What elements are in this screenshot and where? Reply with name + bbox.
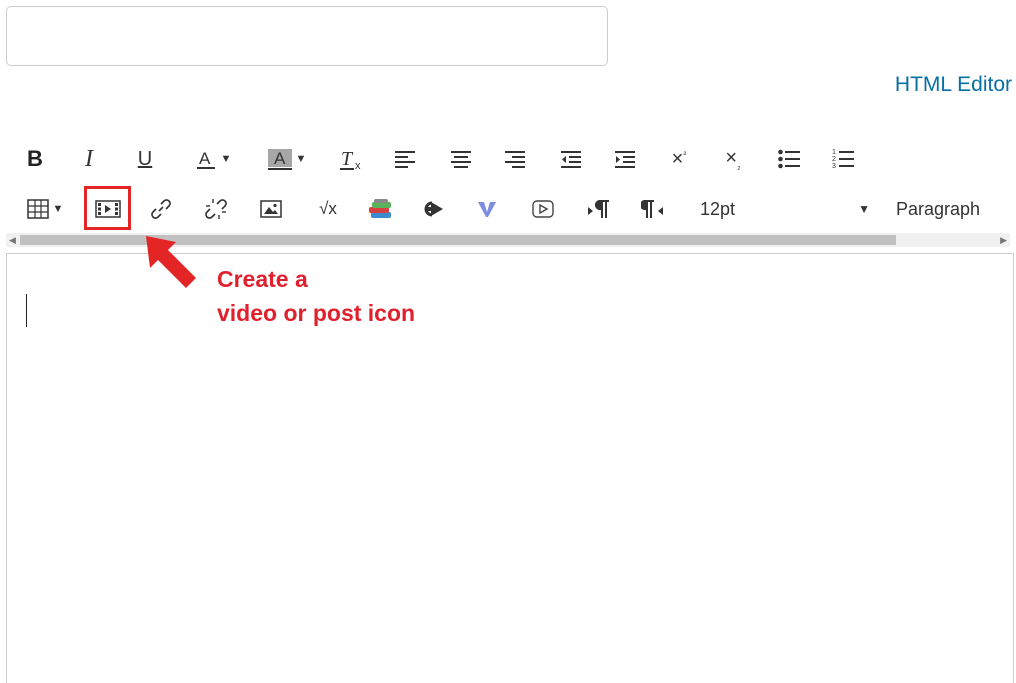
italic-icon: I xyxy=(85,145,93,172)
unlink-button[interactable] xyxy=(200,192,232,226)
clear-formatting-icon: T x xyxy=(340,148,361,172)
font-size-value: 12pt xyxy=(700,198,736,219)
superscript-button[interactable]: ×² xyxy=(664,142,694,176)
align-center-icon xyxy=(451,151,471,168)
svg-text:x: x xyxy=(355,160,361,172)
scroll-left-icon[interactable]: ◀ xyxy=(9,233,16,247)
background-color-button[interactable]: A ▼ xyxy=(256,142,318,176)
align-left-button[interactable] xyxy=(390,142,420,176)
title-input[interactable] xyxy=(6,6,608,66)
outdent-icon xyxy=(561,151,581,168)
align-center-button[interactable] xyxy=(446,142,476,176)
ltr-direction-button[interactable] xyxy=(584,192,614,226)
background-color-icon: A xyxy=(267,149,292,170)
chevron-down-icon: ▼ xyxy=(295,153,307,165)
outdent-button[interactable] xyxy=(556,142,586,176)
unlink-icon xyxy=(205,199,227,219)
math-equation-button[interactable]: √x xyxy=(310,192,346,226)
embed-image-button[interactable] xyxy=(256,192,286,226)
superscript-icon: ×² xyxy=(671,147,687,170)
subscript-button[interactable]: ×₂ xyxy=(718,142,748,176)
highlight-box xyxy=(84,186,131,230)
svg-text:T: T xyxy=(341,148,354,170)
table-button[interactable]: ▼ xyxy=(20,192,70,226)
bold-button[interactable]: B xyxy=(24,142,46,176)
chevron-down-icon: ▼ xyxy=(858,202,870,216)
pilcrow-rtl-icon xyxy=(641,200,663,218)
italic-button[interactable]: I xyxy=(78,142,100,176)
link-button[interactable] xyxy=(146,192,176,226)
v-logo-icon xyxy=(478,202,496,217)
image-icon xyxy=(260,200,282,218)
chevron-down-icon: ▼ xyxy=(52,203,64,215)
underline-button[interactable]: U xyxy=(134,142,156,176)
books-tool-button[interactable] xyxy=(366,192,396,226)
svg-text:A: A xyxy=(274,149,286,168)
youtube-tool-button[interactable] xyxy=(528,192,558,226)
clear-formatting-button[interactable]: T x xyxy=(336,142,368,176)
subscript-icon: ×₂ xyxy=(725,147,741,171)
numbered-list-button[interactable]: 1 2 3 xyxy=(828,142,858,176)
table-icon xyxy=(26,199,49,219)
bullet-list-button[interactable] xyxy=(774,142,804,176)
scroll-right-icon[interactable]: ▶ xyxy=(1000,233,1007,247)
redirect-arrow-icon xyxy=(424,201,443,217)
text-cursor xyxy=(26,294,27,327)
books-icon xyxy=(369,199,391,218)
html-editor-link[interactable]: HTML Editor xyxy=(895,73,1012,97)
font-size-select[interactable]: 12pt ▼ xyxy=(700,192,870,226)
indent-button[interactable] xyxy=(610,142,640,176)
annotation-line-1: Create a xyxy=(217,266,308,292)
rtl-direction-button[interactable] xyxy=(638,192,668,226)
bold-icon: B xyxy=(27,146,43,171)
vimeo-tool-button[interactable] xyxy=(472,192,502,226)
numbered-list-icon: 1 2 3 xyxy=(832,149,854,170)
align-right-button[interactable] xyxy=(500,142,530,176)
link-icon xyxy=(151,199,171,219)
text-color-icon: A xyxy=(196,149,215,169)
underline-icon: U xyxy=(137,147,153,170)
pilcrow-ltr-icon xyxy=(588,200,609,218)
block-format-value: Paragraph xyxy=(896,198,981,219)
share-tool-button[interactable] xyxy=(418,192,448,226)
square-root-icon: √x xyxy=(319,199,337,218)
editor-content-area[interactable] xyxy=(6,253,1014,683)
text-color-button[interactable]: A ▼ xyxy=(184,142,242,176)
chevron-down-icon: ▼ xyxy=(220,153,232,165)
bullet-list-icon xyxy=(778,149,800,169)
svg-text:3: 3 xyxy=(832,163,836,170)
align-right-icon xyxy=(505,151,525,168)
svg-text:1: 1 xyxy=(832,149,836,156)
svg-text:A: A xyxy=(199,149,211,168)
play-video-icon xyxy=(532,200,554,218)
annotation-line-2: video or post icon xyxy=(217,300,416,326)
block-format-select[interactable]: Paragraph xyxy=(896,192,1006,226)
annotation-text: Create a video or post icon xyxy=(217,262,415,330)
svg-text:2: 2 xyxy=(832,156,836,163)
indent-icon xyxy=(615,151,635,168)
align-left-icon xyxy=(395,151,415,168)
annotation-arrow-icon xyxy=(146,236,196,288)
